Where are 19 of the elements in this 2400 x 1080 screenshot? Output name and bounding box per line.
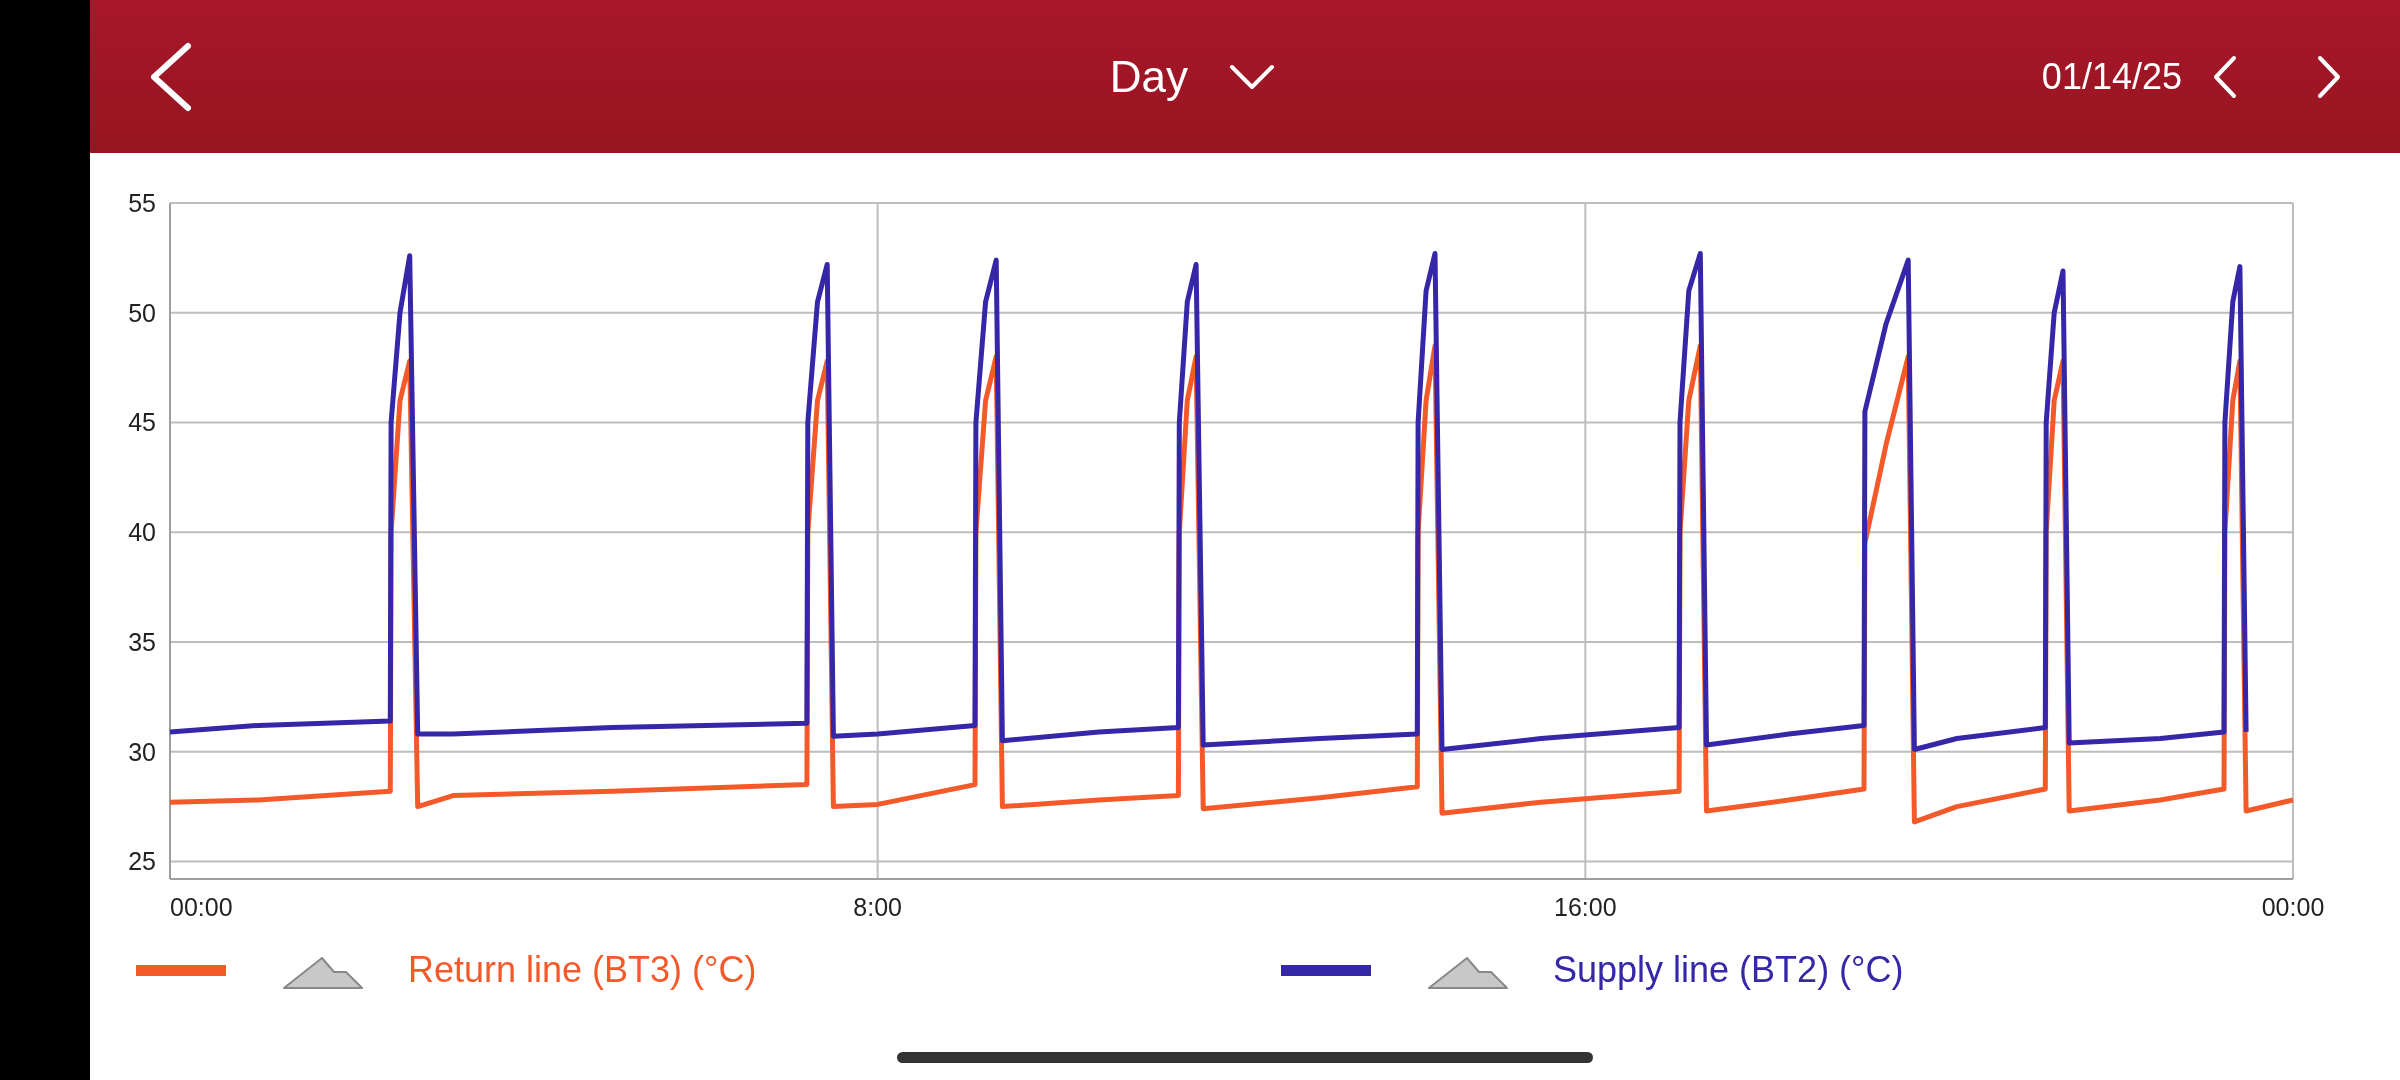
y-tick-label: 25 [128, 847, 156, 876]
x-tick-label: 00:00 [170, 893, 233, 921]
x-tick-label: 16:00 [1554, 893, 1617, 921]
next-icon[interactable] [2316, 54, 2342, 99]
x-tick-label: 8:00 [853, 893, 902, 921]
previous-icon[interactable] [2212, 54, 2238, 99]
legend-label: Supply line (BT2) (°C) [1553, 948, 1904, 992]
x-tick-label: 00:00 [2261, 893, 2325, 921]
chevron-down-icon[interactable] [1228, 62, 1277, 91]
y-tick-label: 40 [128, 518, 156, 547]
y-tick-label: 35 [128, 627, 156, 656]
back-icon[interactable] [148, 41, 194, 112]
legend-label: Return line (BT3) (°C) [408, 948, 757, 992]
y-tick-label: 50 [128, 298, 156, 327]
y-tick-label: 45 [128, 408, 156, 437]
y-tick-label: 30 [128, 737, 156, 766]
y-tick-label: 55 [128, 189, 156, 217]
period-title[interactable]: Day [1109, 43, 1189, 110]
date-label: 01/14/25 [2041, 54, 2182, 99]
